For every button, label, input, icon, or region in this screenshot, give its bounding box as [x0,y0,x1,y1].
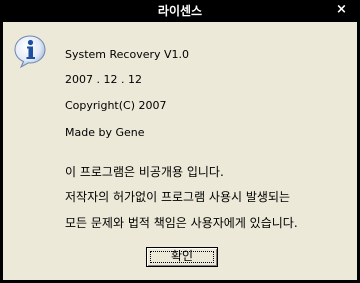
dialog-body: System Recovery V1.0 2007 . 12 . 12 Copy… [3,22,357,280]
notice-line-3: 모든 문제와 법적 책임은 사용자에게 있습니다. [65,216,298,230]
copyright-text: Copyright(C) 2007 [65,99,167,112]
close-button[interactable]: × [325,2,355,19]
author-text: Made by Gene [65,126,145,139]
app-name-text: System Recovery V1.0 [65,48,190,61]
info-icon [14,35,46,68]
notice-line-2: 저작자의 허가없이 프로그램 사용시 발생되는 [65,190,291,204]
ok-button[interactable]: 확인 [146,247,218,267]
license-dialog-window: 라이센스 × System Recovery V1.0 2007 . 12 . … [0,0,360,283]
notice-line-1: 이 프로그램은 비공개용 입니다. [65,165,224,179]
window-title: 라이센스 [157,4,203,18]
title-bar[interactable]: 라이센스 × [1,1,359,21]
date-text: 2007 . 12 . 12 [65,73,142,86]
close-icon: × [336,2,347,17]
